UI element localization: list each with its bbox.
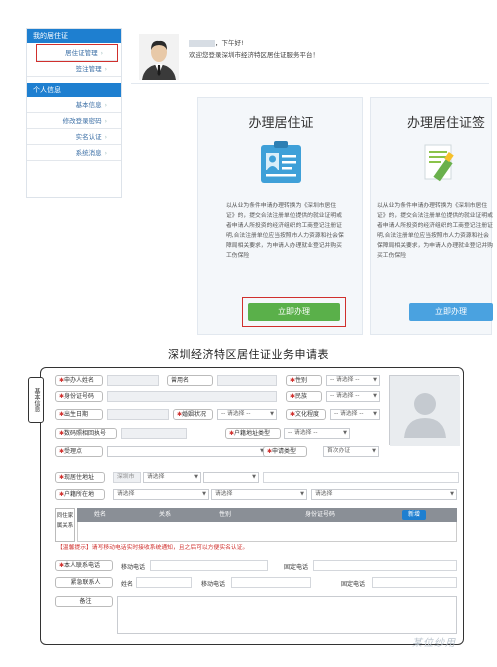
accept-point-select[interactable]: ▼ <box>107 446 267 457</box>
city-field: 深圳市 <box>113 472 141 483</box>
chevron-right-icon: › <box>104 150 107 157</box>
sidebar: 我的居住证 居住证管理 › 签注管理 › 个人信息 基本信息 › 修改登录密码 › 实名… <box>26 28 122 198</box>
ethnicity-label: ✱民族 <box>286 391 322 402</box>
emergency-name-input[interactable] <box>136 577 192 588</box>
chevron-right-icon: › <box>104 118 107 125</box>
id-card-icon <box>261 141 301 183</box>
hukou-province-select[interactable]: 请选择 ▼ <box>113 489 209 500</box>
birth-date-label: ✱出生日期 <box>55 409 103 420</box>
sidebar-item-basic-info[interactable]: 基本信息 › <box>27 97 121 113</box>
user-name-masked <box>189 39 215 47</box>
family-col-name: 姓名 <box>80 508 120 522</box>
hukou-district-select[interactable]: 请选择 ▼ <box>311 489 457 500</box>
remarks-label: 备注 <box>55 596 113 607</box>
card-title: 办理居住证 <box>248 116 314 131</box>
sidebar-item-change-password[interactable]: 修改登录密码 › <box>27 113 121 129</box>
emergency-landline-input[interactable] <box>372 577 457 588</box>
contact-phone-label: ✱本人联系电话 <box>55 560 113 571</box>
apply-type-select[interactable]: 首次办证 ▼ <box>323 446 379 457</box>
address-detail-input[interactable] <box>263 472 459 483</box>
sidebar-item-real-name[interactable]: 实名认证 › <box>27 129 121 145</box>
emergency-contact-label: 紧急联系人 <box>55 577 113 588</box>
mobile-label: 移动电话 <box>121 564 146 571</box>
family-table-header <box>77 508 457 522</box>
sidebar-item-messages[interactable]: 系统消息 › <box>27 145 121 161</box>
education-select[interactable]: -- 请选择 -- ▼ <box>330 409 380 420</box>
sidebar-item-permit-management[interactable]: 居住证管理 › <box>36 44 118 62</box>
family-col-relation: 关系 <box>145 508 185 522</box>
watermark: 某位纱用 <box>412 638 456 649</box>
remarks-textarea[interactable] <box>117 596 457 634</box>
used-name-label: 曾用名 <box>167 375 213 386</box>
document-stamp-icon <box>421 141 461 183</box>
id-number-label: ✱身份证号码 <box>55 391 103 402</box>
photo-receipt-input[interactable] <box>121 428 187 439</box>
family-add-button[interactable]: 新增 <box>402 510 426 520</box>
current-address-label: ✱现居住地址 <box>55 472 105 483</box>
sidebar-section-personal: 个人信息 <box>27 83 121 97</box>
family-section-label: 同住家属关系 <box>55 508 75 542</box>
card-apply-permit: 办理居住证 以从业为条件申请办理转换为《深圳市居住证》的，提交合法注册单位提供的… <box>197 97 363 335</box>
warning-text: 【温馨提示】请写移动电话实时接收系统通知，且之后可以方便实名认证。 <box>57 545 249 551</box>
marital-label: ✱婚姻状况 <box>173 409 213 420</box>
hukou-city-select[interactable]: 请选择 ▼ <box>211 489 307 500</box>
family-col-id: 身份证号码 <box>270 508 370 522</box>
hukou-type-label: ✱户籍地址类型 <box>225 428 281 439</box>
apply-endorsement-button[interactable]: 立即办理 <box>409 303 493 321</box>
accept-point-label: ✱受理点 <box>55 446 103 457</box>
chevron-right-icon: › <box>100 50 103 57</box>
chevron-right-icon: › <box>104 66 107 73</box>
hukou-address-label: ✱户籍所在地 <box>55 489 105 500</box>
form-title: 深圳经济特区居住证业务申请表 <box>168 348 329 361</box>
avatar <box>139 34 179 80</box>
gender-label: ✱性别 <box>286 375 322 386</box>
card-title: 办理居住证签 <box>407 116 486 131</box>
ethnicity-select[interactable]: -- 请选择 -- ▼ <box>326 391 380 402</box>
landline-input[interactable] <box>313 560 457 571</box>
sidebar-section-my-permit: 我的居住证 <box>27 29 121 43</box>
education-label: ✱文化程度 <box>286 409 326 420</box>
street-select[interactable]: ▼ <box>203 472 259 483</box>
birth-date-input[interactable] <box>107 409 169 420</box>
used-name-input[interactable] <box>217 375 277 386</box>
family-col-gender: 性别 <box>205 508 245 522</box>
applicant-name-label: ✱申办人姓名 <box>55 375 103 386</box>
card-description: 以从业为条件申请办理转换为《深圳市居住证》的，提交合法注册单位提供的就业证明或者… <box>226 203 344 259</box>
landline-label: 固定电话 <box>284 564 309 571</box>
id-number-input[interactable] <box>107 391 277 402</box>
photo-placeholder <box>389 375 460 446</box>
district-select[interactable]: 请选择 ▼ <box>143 472 201 483</box>
applicant-name-input[interactable] <box>107 375 159 386</box>
apply-now-button[interactable]: 立即办理 <box>248 303 340 321</box>
welcome-panel: ，下午好! 欢迎您登录深圳市经济特区居住证服务平台！ <box>131 28 489 84</box>
welcome-message: 欢迎您登录深圳市经济特区居住证服务平台！ <box>189 51 319 59</box>
emergency-landline-label: 固定电话 <box>341 581 366 588</box>
card-apply-endorsement: 办理居住证签 以从业为条件申请办理转换为《深圳市居住证》的，提交合法注册单位提供… <box>370 97 493 335</box>
emergency-mobile-input[interactable] <box>231 577 311 588</box>
photo-receipt-label: ✱数码照相回执号 <box>55 428 117 439</box>
sidebar-item-endorsement[interactable]: 签注管理 › <box>27 61 121 77</box>
emergency-mobile-label: 移动电话 <box>201 581 226 588</box>
family-table-body <box>77 522 457 542</box>
apply-type-label: ✱申请类型 <box>263 446 307 457</box>
person-silhouette-icon <box>390 376 460 446</box>
basic-info-tab: 基本信息 <box>28 377 44 423</box>
hukou-type-select[interactable]: -- 请选择 -- ▼ <box>284 428 350 439</box>
card-description: 以从业为条件申请办理转换为《深圳市居住证》的，提交合法注册单位提供的就业证明或者… <box>377 203 493 259</box>
chevron-right-icon: › <box>104 134 107 141</box>
chevron-right-icon: › <box>104 102 107 109</box>
gender-select[interactable]: -- 请选择 -- ▼ <box>326 375 380 386</box>
marital-select[interactable]: -- 请选择 -- ▼ <box>217 409 277 420</box>
mobile-input[interactable] <box>150 560 268 571</box>
emergency-name-label: 姓名 <box>121 581 134 588</box>
welcome-greeting: ，下午好! <box>189 38 244 48</box>
